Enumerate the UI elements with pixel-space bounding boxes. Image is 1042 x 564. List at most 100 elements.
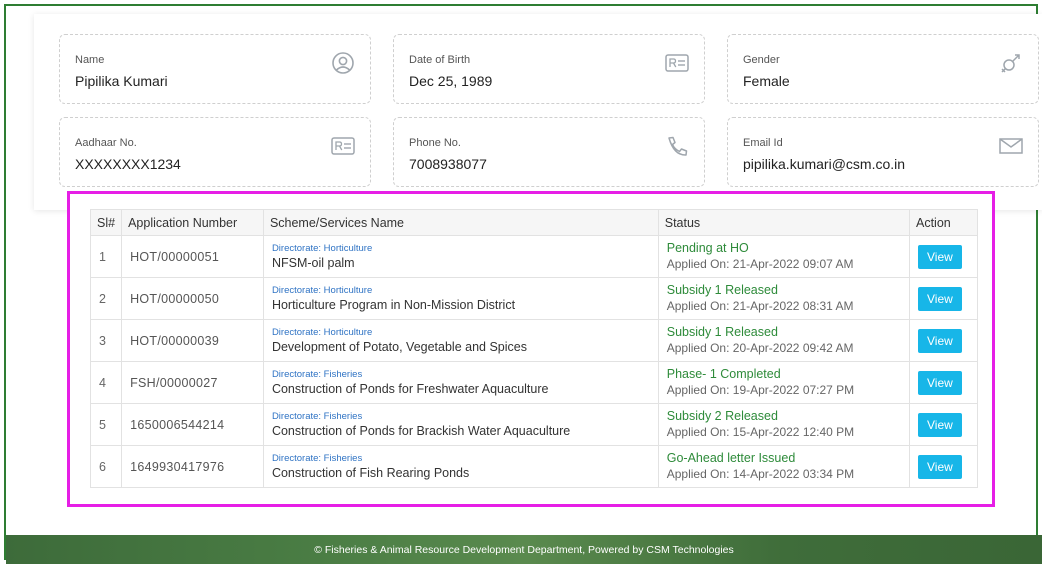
email-label: Email Id	[743, 137, 783, 149]
action-cell: View	[909, 361, 978, 404]
application-number: HOT/00000051	[121, 235, 264, 278]
row-sl: 5	[89, 403, 123, 446]
header-sl: Sl#	[89, 209, 123, 236]
dob-label: Date of Birth	[409, 54, 471, 66]
row-sl: 6	[89, 445, 123, 488]
scheme-cell: Directorate: Fisheries Construction of Fi…	[262, 445, 659, 488]
phone-icon	[664, 134, 690, 158]
gender-field: Gender Female	[727, 34, 1039, 104]
view-button[interactable]: View	[918, 244, 962, 269]
status-cell: Subsidy 1 Released Applied On: 21-Apr-202…	[657, 277, 911, 320]
scheme-name: NFSM-oil palm	[271, 255, 355, 270]
scheme-name: Construction of Fish Rearing Ponds	[271, 465, 470, 480]
view-button[interactable]: View	[918, 328, 962, 353]
application-number: HOT/00000050	[121, 277, 264, 320]
table-row: 4 FSH/00000027 Directorate: Fisheries Con…	[89, 361, 978, 404]
application-number: FSH/00000027	[121, 361, 264, 404]
scheme-cell: Directorate: Horticulture Horticulture Pr…	[262, 277, 659, 320]
row-sl: 3	[89, 319, 123, 362]
row-sl: 4	[89, 361, 123, 404]
action-cell: View	[909, 319, 978, 362]
gender-value: Female	[743, 73, 790, 89]
directorate-label: Directorate: Fisheries	[271, 368, 363, 380]
applied-date: Applied On: 15-Apr-2022 12:40 PM	[666, 425, 855, 439]
header-status: Status	[657, 209, 911, 236]
application-number: HOT/00000039	[121, 319, 264, 362]
applied-date: Applied On: 19-Apr-2022 07:27 PM	[666, 383, 855, 397]
view-button[interactable]: View	[918, 454, 962, 479]
dob-value: Dec 25, 1989	[409, 73, 493, 89]
status-cell: Go-Ahead letter Issued Applied On: 14-Apr…	[657, 445, 911, 488]
row-sl: 2	[89, 277, 123, 320]
applications-panel: Sl# Application Number Scheme/Services N…	[67, 191, 995, 507]
email-field: Email Id pipilika.kumari@csm.co.in	[727, 117, 1039, 187]
application-number: 1649930417976	[121, 445, 264, 488]
table-row: 2 HOT/00000050 Directorate: Horticulture…	[89, 277, 978, 320]
name-field: Name Pipilika Kumari	[59, 34, 371, 104]
application-number: 1650006544214	[121, 403, 264, 446]
status-text: Phase- 1 Completed	[666, 367, 781, 381]
table-row: 3 HOT/00000039 Directorate: Horticulture…	[89, 319, 978, 362]
scheme-name: Construction of Ponds for Brackish Water…	[271, 423, 571, 438]
footer: © Fisheries & Animal Resource Developmen…	[6, 535, 1042, 564]
status-cell: Subsidy 1 Released Applied On: 20-Apr-202…	[657, 319, 911, 362]
applications-table: Sl# Application Number Scheme/Services N…	[89, 209, 978, 488]
directorate-label: Directorate: Horticulture	[271, 284, 373, 296]
directorate-label: Directorate: Horticulture	[271, 242, 373, 254]
view-button[interactable]: View	[918, 286, 962, 311]
table-row: 6 1649930417976 Directorate: Fisheries Co…	[89, 445, 978, 488]
directorate-label: Directorate: Fisheries	[271, 410, 363, 422]
id-card-icon	[664, 51, 690, 75]
table-header-row: Sl# Application Number Scheme/Services N…	[89, 209, 978, 236]
user-circle-icon	[330, 51, 356, 75]
gender-icon	[998, 51, 1024, 75]
action-cell: View	[909, 445, 978, 488]
aadhaar-field: Aadhaar No. XXXXXXXX1234	[59, 117, 371, 187]
applied-date: Applied On: 21-Apr-2022 09:07 AM	[666, 257, 854, 271]
dob-field: Date of Birth Dec 25, 1989	[393, 34, 705, 104]
scheme-name: Construction of Ponds for Freshwater Aqu…	[271, 381, 549, 396]
view-button[interactable]: View	[918, 370, 962, 395]
applied-date: Applied On: 14-Apr-2022 03:34 PM	[666, 467, 855, 481]
phone-value: 7008938077	[409, 156, 487, 172]
email-value: pipilika.kumari@csm.co.in	[743, 156, 906, 172]
scheme-cell: Directorate: Horticulture NFSM-oil palm	[262, 235, 659, 278]
status-text: Subsidy 1 Released	[666, 283, 778, 297]
name-value: Pipilika Kumari	[75, 73, 168, 89]
header-application-number: Application Number	[121, 209, 264, 236]
status-cell: Phase- 1 Completed Applied On: 19-Apr-202…	[657, 361, 911, 404]
status-cell: Subsidy 2 Released Applied On: 15-Apr-202…	[657, 403, 911, 446]
envelope-icon	[998, 134, 1024, 158]
applied-date: Applied On: 20-Apr-2022 09:42 AM	[666, 341, 854, 355]
action-cell: View	[909, 277, 978, 320]
status-text: Subsidy 1 Released	[666, 325, 778, 339]
scheme-name: Horticulture Program in Non-Mission Dist…	[271, 297, 516, 312]
header-scheme: Scheme/Services Name	[262, 209, 659, 236]
profile-card: Name Pipilika Kumari Date of Birth Dec 2…	[34, 14, 1042, 210]
directorate-label: Directorate: Fisheries	[271, 452, 363, 464]
aadhaar-value: XXXXXXXX1234	[75, 156, 181, 172]
phone-label: Phone No.	[409, 137, 461, 149]
action-cell: View	[909, 235, 978, 278]
scheme-cell: Directorate: Fisheries Construction of Po…	[262, 361, 659, 404]
scheme-cell: Directorate: Horticulture Development of …	[262, 319, 659, 362]
footer-text: © Fisheries & Animal Resource Developmen…	[314, 544, 734, 556]
view-button[interactable]: View	[918, 412, 962, 437]
scheme-name: Development of Potato, Vegetable and Spi…	[271, 339, 527, 354]
header-action: Action	[909, 209, 978, 236]
phone-field: Phone No. 7008938077	[393, 117, 705, 187]
status-cell: Pending at HO Applied On: 21-Apr-2022 09:…	[657, 235, 911, 278]
name-label: Name	[75, 54, 105, 66]
applied-date: Applied On: 21-Apr-2022 08:31 AM	[666, 299, 854, 313]
scheme-cell: Directorate: Fisheries Construction of Po…	[262, 403, 659, 446]
row-sl: 1	[89, 235, 123, 278]
table-row: 1 HOT/00000051 Directorate: Horticulture…	[89, 235, 978, 278]
action-cell: View	[909, 403, 978, 446]
status-text: Pending at HO	[666, 241, 749, 255]
gender-label: Gender	[743, 54, 780, 66]
directorate-label: Directorate: Horticulture	[271, 326, 373, 338]
id-card-icon	[330, 134, 356, 158]
aadhaar-label: Aadhaar No.	[75, 137, 137, 149]
table-row: 5 1650006544214 Directorate: Fisheries Co…	[89, 403, 978, 446]
status-text: Subsidy 2 Released	[666, 409, 778, 423]
